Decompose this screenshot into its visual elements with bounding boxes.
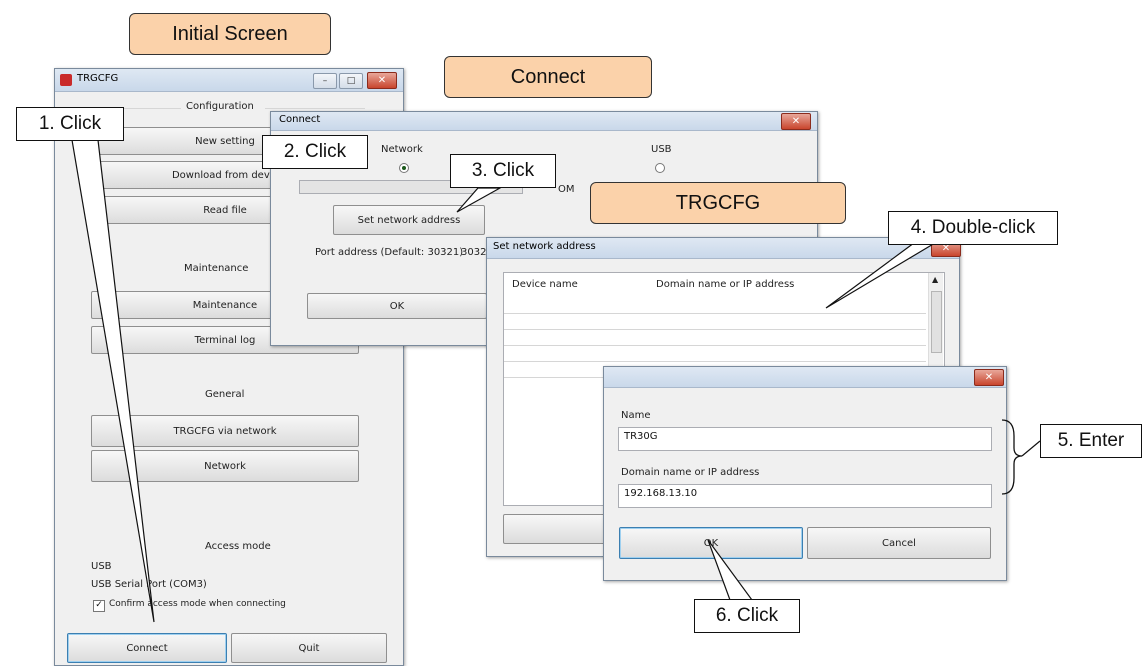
brace-icon (1001, 419, 1023, 495)
callout-tail-6 (707, 539, 754, 601)
step2-callout: 2. Click (262, 135, 368, 169)
brace-connector (1021, 440, 1041, 457)
step5-callout: 5. Enter (1040, 424, 1142, 458)
step3-callout: 3. Click (450, 154, 556, 188)
callout-tail-4 (825, 239, 943, 309)
callout-tail-1 (71, 139, 155, 623)
callout-lines (71, 139, 1041, 623)
step1-callout: 1. Click (16, 107, 124, 141)
step6-callout: 6. Click (694, 599, 800, 633)
callout-tail-3 (456, 187, 503, 213)
step4-callout: 4. Double-click (888, 211, 1058, 245)
